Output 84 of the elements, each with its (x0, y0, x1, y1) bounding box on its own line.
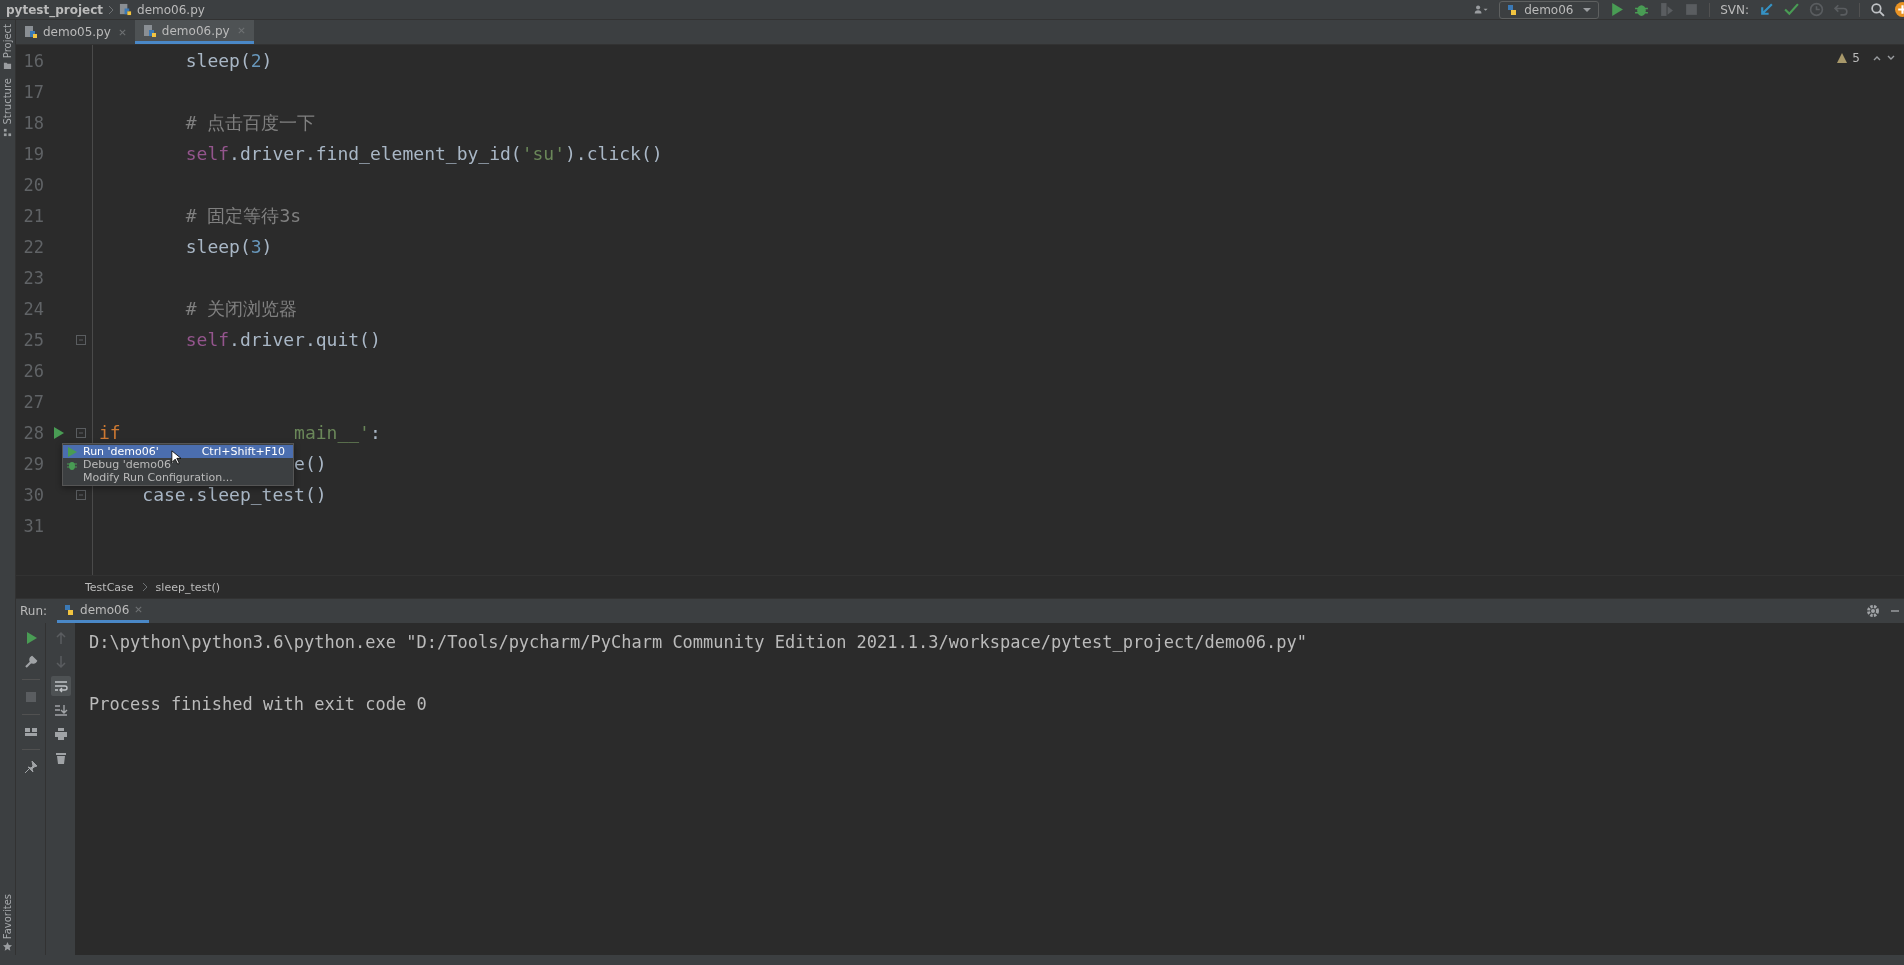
coverage-icon[interactable] (1659, 2, 1675, 17)
menu-item[interactable]: Modify Run Configuration... (63, 471, 293, 484)
line-number: 20 (22, 174, 44, 195)
wrench-icon[interactable] (23, 655, 38, 669)
code-text: main__': (294, 422, 381, 443)
line-number: 28 (22, 422, 44, 443)
bug-icon[interactable] (1634, 2, 1650, 17)
line-number: 30 (22, 484, 44, 505)
fold-marker-icon[interactable] (75, 334, 86, 345)
code-text: e() (294, 453, 327, 474)
project-crumb[interactable]: pytest_project (6, 2, 104, 17)
stop-icon[interactable] (23, 690, 38, 704)
line-number: 22 (22, 236, 44, 257)
clock-icon[interactable] (1809, 2, 1824, 17)
structure-icon[interactable] (3, 127, 12, 137)
run-panel-label: Run: (20, 604, 48, 618)
close-icon[interactable] (134, 605, 144, 614)
print-icon[interactable] (53, 727, 68, 741)
stop-icon[interactable] (1684, 2, 1700, 17)
star-icon[interactable] (3, 942, 12, 951)
console-output-line: Process finished with exit code 0 (89, 694, 427, 714)
code-text: # 点击百度一下 (185, 111, 316, 133)
folder-icon[interactable] (3, 61, 12, 71)
pin-icon[interactable] (23, 760, 38, 774)
structure-crumb[interactable]: TestCase (85, 580, 134, 594)
layout-icon[interactable] (23, 725, 38, 739)
chevron-icon (108, 4, 115, 15)
run-gutter-icon[interactable] (53, 426, 65, 439)
trash-icon[interactable] (53, 751, 68, 765)
code-text: # 关闭浏览器 (185, 297, 298, 319)
line-number: 19 (22, 143, 44, 164)
warning-icon[interactable] (1836, 52, 1849, 64)
console-output-line: D:\python\python3.6\python.exe "D:/Tools/pycharm/PyCharm Community Edition 2021.1.3/workspace/pytest_project/demo06.py" (89, 632, 1307, 652)
undo-icon[interactable] (1834, 2, 1849, 17)
tool-window-button[interactable]: Project (2, 24, 13, 59)
bug-icon (67, 459, 77, 470)
line-number: 24 (22, 298, 44, 319)
line-number: 25 (22, 329, 44, 350)
close-icon[interactable] (117, 27, 127, 37)
code-text: case.sleep_test() (142, 484, 327, 505)
line-number: 18 (22, 112, 44, 133)
settings-icon[interactable] (1866, 604, 1880, 618)
tool-window-button[interactable]: Structure (2, 78, 13, 125)
chevron-icon (141, 582, 148, 592)
menu-item[interactable]: Run 'demo06' Ctrl+Shift+F10 (63, 445, 293, 458)
python-file-icon (119, 3, 133, 16)
line-number: 23 (22, 267, 44, 288)
update-arrow-icon[interactable] (1759, 2, 1774, 17)
file-crumb[interactable]: demo06.py (137, 2, 205, 17)
svn-label: SVN: (1720, 2, 1749, 17)
python-file-icon (24, 25, 38, 39)
search-icon[interactable] (1870, 2, 1885, 17)
line-number: 29 (22, 453, 44, 474)
line-number: 31 (22, 515, 44, 536)
menu-item[interactable]: Debug 'demo06' (63, 458, 293, 471)
editor-tab[interactable]: demo05.py (16, 20, 135, 44)
line-number: 26 (22, 360, 44, 381)
python-file-icon (142, 23, 157, 38)
run-configuration-dropdown[interactable]: demo06 (1499, 0, 1600, 19)
code-text: sleep(3) (185, 236, 273, 257)
run-icon[interactable] (1609, 2, 1625, 17)
tool-window-button[interactable]: Favorites (2, 893, 13, 939)
code-text: self.driver.find_element_by_id('su').click() (185, 143, 663, 164)
fold-marker-icon[interactable] (75, 427, 86, 438)
check-icon[interactable] (1784, 2, 1799, 17)
line-number: 27 (22, 391, 44, 412)
fold-marker-icon[interactable] (75, 489, 86, 500)
line-number: 16 (22, 50, 44, 71)
warning-count: 5 (1852, 51, 1860, 65)
scroll-to-end-icon[interactable] (53, 703, 68, 717)
code-text: self.driver.quit() (185, 329, 381, 350)
run-icon (67, 446, 77, 457)
line-number: 17 (22, 81, 44, 102)
structure-crumb[interactable]: sleep_test() (155, 580, 221, 594)
soft-wrap-icon[interactable] (50, 676, 71, 696)
editor-tab[interactable]: demo06.py (134, 20, 254, 44)
down-arrow-icon[interactable] (53, 655, 68, 669)
mouse-cursor-icon (171, 450, 181, 465)
code-text: # 固定等待3s (185, 204, 302, 226)
code-text: sleep(2) (185, 50, 273, 71)
python-icon (1506, 3, 1519, 16)
python-icon (63, 603, 76, 616)
line-number: 21 (22, 205, 44, 226)
code-text: if (99, 422, 121, 443)
